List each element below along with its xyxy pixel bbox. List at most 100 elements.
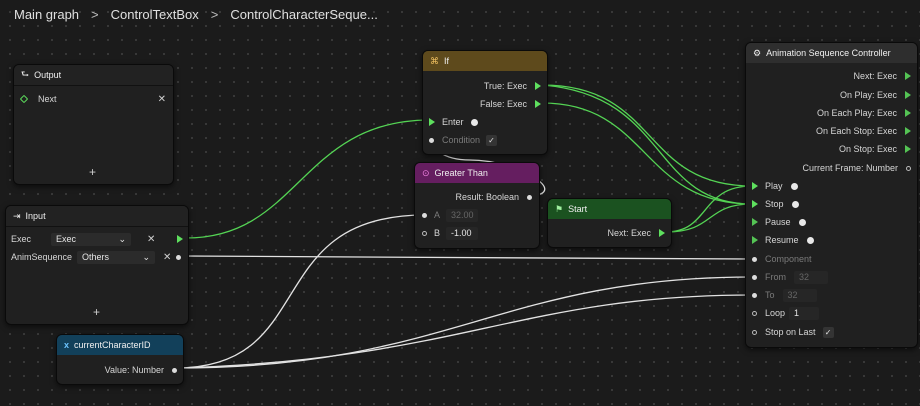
input-node-title: Input bbox=[25, 211, 46, 221]
input-node-header[interactable]: ⇥ Input bbox=[6, 206, 188, 227]
asc-output-on-each-stop: On Each Stop: Exec bbox=[816, 123, 911, 139]
if-enter-port[interactable] bbox=[429, 118, 435, 126]
asc-output-current-frame-port[interactable] bbox=[906, 165, 911, 171]
asc-from-input[interactable]: 32 bbox=[794, 270, 828, 284]
asc-input-component: Component bbox=[752, 251, 812, 267]
output-next-port[interactable] bbox=[19, 94, 29, 104]
wire-if-true-to-stop bbox=[541, 84, 753, 205]
input-exec-type-select[interactable]: Exec ⌄ bbox=[51, 232, 131, 246]
asc-pause-port[interactable] bbox=[752, 218, 758, 226]
wire-start-next-to-play bbox=[665, 185, 753, 233]
wire-if-true-to-play bbox=[541, 84, 753, 187]
input-anim-sequence-type-select[interactable]: Others ⌄ bbox=[77, 250, 155, 264]
if-false-label: False: Exec bbox=[479, 99, 527, 109]
asc-node-header[interactable]: ⚙ Animation Sequence Controller bbox=[746, 43, 917, 63]
start-next-port[interactable] bbox=[659, 229, 665, 237]
input-exec-port[interactable] bbox=[177, 235, 183, 243]
asc-output-on-play-port[interactable] bbox=[905, 91, 911, 99]
if-true-port[interactable] bbox=[535, 82, 541, 90]
remove-output-next-icon[interactable]: ✕ bbox=[158, 94, 166, 105]
if-node-header[interactable]: ⌘ If bbox=[423, 51, 547, 71]
gt-a-input[interactable]: 32.00 bbox=[446, 208, 479, 222]
output-node[interactable]: ⮑ Output Next ✕ + bbox=[13, 64, 174, 185]
input-node[interactable]: ⇥ Input Exec Exec ⌄ ✕ AnimSequence Other… bbox=[5, 205, 189, 325]
asc-stop-label: Stop bbox=[765, 199, 784, 209]
asc-stop-on-last-checkbox[interactable]: ✓ bbox=[822, 326, 834, 338]
output-node-header[interactable]: ⮑ Output bbox=[14, 65, 173, 86]
gt-b-port[interactable] bbox=[422, 230, 427, 236]
asc-input-play: Play bbox=[752, 178, 798, 194]
asc-resume-value-dot[interactable] bbox=[806, 236, 814, 244]
greater-than-node[interactable]: ⊙ Greater Than Result: Boolean A 32.00 B… bbox=[414, 162, 540, 249]
asc-input-stop-on-last: Stop on Last ✓ bbox=[752, 324, 834, 340]
asc-input-loop: Loop 1 bbox=[752, 305, 820, 321]
add-input-button[interactable]: + bbox=[93, 305, 100, 319]
if-condition-row: Condition ✓ bbox=[429, 132, 498, 148]
asc-output-on-each-play-port[interactable] bbox=[905, 109, 911, 117]
asc-output-on-each-play-label: On Each Play: Exec bbox=[816, 108, 897, 118]
asc-output-on-each-stop-port[interactable] bbox=[905, 127, 911, 135]
wire-anim-sequence-to-component bbox=[181, 255, 753, 260]
gt-b-input[interactable]: -1.00 bbox=[446, 226, 479, 240]
asc-play-label: Play bbox=[765, 181, 783, 191]
remove-input-anim-sequence-icon[interactable]: ✕ bbox=[163, 252, 171, 263]
wire-var-value-to-from bbox=[175, 276, 753, 369]
asc-stop-port[interactable] bbox=[752, 200, 758, 208]
output-item-next[interactable]: Next ✕ bbox=[19, 91, 166, 107]
variable-node-header[interactable]: x currentCharacterID bbox=[57, 335, 183, 355]
asc-loop-port[interactable] bbox=[752, 310, 757, 316]
asc-from-label: From bbox=[765, 272, 786, 282]
gt-result-port[interactable] bbox=[527, 194, 532, 200]
asc-stop-value-dot[interactable] bbox=[791, 200, 799, 208]
gt-b-label: B bbox=[434, 228, 441, 238]
input-anim-sequence-type-value: Others bbox=[82, 252, 110, 262]
if-false-port[interactable] bbox=[535, 100, 541, 108]
greater-than-node-header[interactable]: ⊙ Greater Than bbox=[415, 163, 539, 183]
start-next-row: Next: Exec bbox=[607, 225, 665, 241]
if-enter-value-dot[interactable] bbox=[470, 118, 478, 126]
if-condition-checkbox[interactable]: ✓ bbox=[486, 134, 498, 146]
asc-output-next-port[interactable] bbox=[905, 72, 911, 80]
asc-stop-on-last-label: Stop on Last bbox=[765, 327, 816, 337]
start-node[interactable]: ⚑ Start Next: Exec bbox=[547, 198, 672, 248]
variable-node[interactable]: x currentCharacterID Value: Number bbox=[56, 334, 184, 385]
asc-resume-port[interactable] bbox=[752, 236, 758, 244]
branch-icon: ⌘ bbox=[430, 55, 439, 66]
animation-sequence-controller-node[interactable]: ⚙ Animation Sequence Controller Next: Ex… bbox=[745, 42, 918, 348]
input-anim-sequence-port[interactable] bbox=[176, 254, 181, 260]
if-node[interactable]: ⌘ If True: Exec False: Exec Enter Condit… bbox=[422, 50, 548, 155]
wire-start-next-to-stop bbox=[665, 203, 753, 233]
asc-component-port[interactable] bbox=[752, 256, 757, 262]
asc-output-on-stop: On Stop: Exec bbox=[839, 141, 911, 157]
variable-value-port[interactable] bbox=[172, 367, 177, 373]
asc-stop-on-last-port[interactable] bbox=[752, 329, 757, 335]
compare-icon: ⊙ bbox=[422, 167, 430, 178]
gear-icon: ⚙ bbox=[753, 47, 762, 58]
asc-from-port[interactable] bbox=[752, 274, 757, 280]
wire-if-false-to-stop bbox=[541, 102, 753, 205]
asc-output-next: Next: Exec bbox=[853, 68, 911, 84]
output-next-label: Next bbox=[38, 94, 57, 104]
wire-input-exec-to-if-enter bbox=[185, 119, 431, 239]
asc-loop-label: Loop bbox=[765, 308, 786, 318]
asc-pause-value-dot[interactable] bbox=[798, 218, 806, 226]
asc-output-on-stop-port[interactable] bbox=[905, 145, 911, 153]
if-true-label: True: Exec bbox=[483, 81, 527, 91]
add-output-button[interactable]: + bbox=[89, 165, 96, 179]
variable-icon: x bbox=[64, 340, 70, 350]
asc-to-port[interactable] bbox=[752, 292, 757, 298]
asc-output-on-play: On Play: Exec bbox=[840, 87, 911, 103]
if-condition-port[interactable] bbox=[429, 137, 434, 143]
gt-a-port[interactable] bbox=[422, 212, 427, 218]
gt-result-row: Result: Boolean bbox=[455, 189, 532, 205]
gt-a-row: A 32.00 bbox=[422, 207, 479, 223]
asc-loop-input[interactable]: 1 bbox=[789, 306, 820, 320]
asc-to-label: To bbox=[765, 290, 775, 300]
asc-to-input[interactable]: 32 bbox=[782, 288, 817, 302]
asc-input-pause: Pause bbox=[752, 214, 806, 230]
asc-play-port[interactable] bbox=[752, 182, 758, 190]
asc-play-value-dot[interactable] bbox=[790, 182, 798, 190]
remove-input-exec-icon[interactable]: ✕ bbox=[147, 234, 155, 245]
variable-value-row: Value: Number bbox=[105, 362, 177, 378]
start-node-header[interactable]: ⚑ Start bbox=[548, 199, 671, 219]
